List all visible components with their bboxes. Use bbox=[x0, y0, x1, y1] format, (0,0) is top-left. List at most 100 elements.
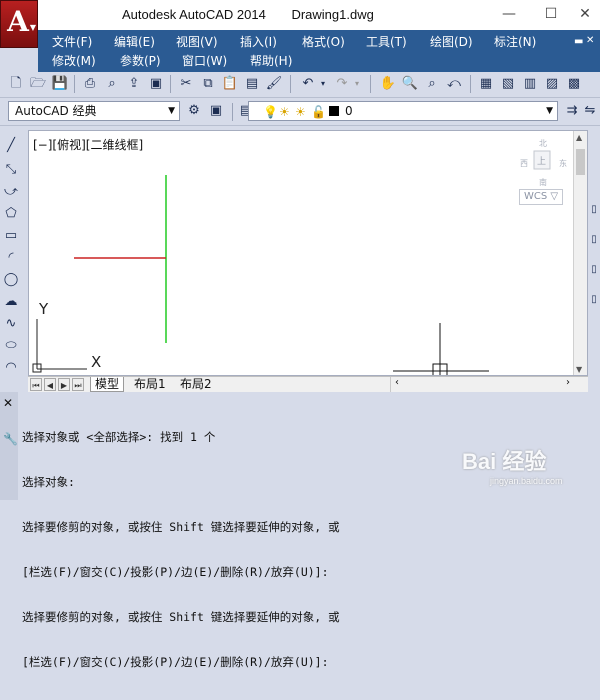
menu-dimension[interactable]: 标注(N) bbox=[494, 33, 536, 51]
rectangle-icon[interactable]: ▭ bbox=[1, 226, 21, 246]
menu-edit[interactable]: 编辑(E) bbox=[114, 33, 155, 51]
next-tab-icon[interactable]: ▶ bbox=[58, 378, 70, 391]
wrench-icon[interactable]: 🔧 bbox=[3, 432, 18, 446]
paste-special-icon[interactable]: ▤ bbox=[242, 74, 262, 94]
chevron-down-icon: ▼ bbox=[546, 106, 553, 116]
svg-text:Y: Y bbox=[38, 300, 49, 318]
tab-model[interactable]: 模型 bbox=[90, 377, 125, 392]
redo-icon[interactable]: ↷ bbox=[332, 74, 352, 94]
layer-select[interactable]: 💡 ☀ ☀ 🔓 0 ▼ bbox=[248, 101, 558, 121]
workspace-layer-toolbar: AutoCAD 经典 ▼ ⚙ ▣ ▤ 💡 ☀ ☀ 🔓 0 ▼ ⇉ ⇋ bbox=[0, 98, 600, 126]
construction-line-icon[interactable]: ⤡ bbox=[1, 160, 21, 180]
revision-cloud-icon[interactable]: ☁ bbox=[1, 292, 21, 312]
layer-previous-icon[interactable]: ⇋ bbox=[580, 101, 600, 121]
last-tab-icon[interactable]: ⏭ bbox=[72, 378, 84, 391]
prev-tab-icon[interactable]: ◀ bbox=[44, 378, 56, 391]
menu-parametric[interactable]: 参数(P) bbox=[120, 52, 161, 70]
minimize-button[interactable]: — bbox=[494, 4, 524, 24]
zoom-realtime-icon[interactable]: 🔍 bbox=[400, 74, 420, 94]
properties-icon[interactable]: ▦ bbox=[476, 74, 496, 94]
workspace-select[interactable]: AutoCAD 经典 ▼ bbox=[8, 101, 180, 121]
redo-dropdown-icon[interactable]: ▾ bbox=[352, 74, 362, 94]
menu-insert[interactable]: 插入(I) bbox=[240, 33, 277, 51]
menu-tools[interactable]: 工具(T) bbox=[366, 33, 407, 51]
make-current-layer-icon[interactable]: ⇉ bbox=[562, 101, 582, 121]
menu-format[interactable]: 格式(O) bbox=[302, 33, 345, 51]
chevron-down-icon: ▼ bbox=[29, 23, 36, 32]
layer-lock-icon: 🔓 bbox=[311, 105, 326, 119]
publish-icon[interactable]: ⇪ bbox=[124, 74, 144, 94]
command-line-3: 选择要修剪的对象, 或按住 Shift 键选择要延伸的对象, 或 bbox=[22, 520, 340, 534]
menu-help[interactable]: 帮助(H) bbox=[250, 52, 292, 70]
menu-bar: 文件(F) 编辑(E) 视图(V) 插入(I) 格式(O) 工具(T) 绘图(D… bbox=[38, 30, 600, 72]
scroll-left-icon[interactable]: ‹ bbox=[395, 377, 399, 388]
toolbar-separator bbox=[470, 75, 471, 93]
close-icon[interactable]: ✕ bbox=[3, 396, 13, 410]
toolbar-separator bbox=[170, 75, 171, 93]
scroll-right-icon[interactable]: › bbox=[566, 377, 570, 388]
tool-palettes-icon[interactable]: ▥ bbox=[520, 74, 540, 94]
undo-dropdown-icon[interactable]: ▾ bbox=[318, 74, 328, 94]
command-line-1: 选择对象或 <全部选择>: 找到 1 个 bbox=[22, 430, 216, 444]
command-line-grip[interactable]: ✕ 🔧 bbox=[0, 392, 18, 500]
cut-icon[interactable]: ✂ bbox=[176, 74, 196, 94]
scroll-down-icon[interactable]: ▼ bbox=[576, 365, 582, 374]
menu-file[interactable]: 文件(F) bbox=[52, 33, 92, 51]
print-preview-icon[interactable]: ⌕ bbox=[102, 74, 122, 94]
copy-icon[interactable]: ⧉ bbox=[198, 74, 218, 94]
application-menu-button[interactable]: A ▼ bbox=[0, 0, 38, 48]
mdi-close-icon[interactable]: ✕ bbox=[586, 35, 594, 46]
zoom-window-icon[interactable]: ⌕ bbox=[422, 74, 442, 94]
pan-icon[interactable]: ✋ bbox=[378, 74, 398, 94]
paste-icon[interactable]: 📋 bbox=[220, 74, 240, 94]
spline-icon[interactable]: ∿ bbox=[1, 314, 21, 334]
circle-icon[interactable]: ◯ bbox=[1, 270, 21, 290]
undo-icon[interactable]: ↶ bbox=[298, 74, 318, 94]
tab-layout2[interactable]: 布局2 bbox=[176, 377, 216, 392]
ellipse-icon[interactable]: ⬭ bbox=[1, 336, 21, 356]
menu-window[interactable]: 窗口(W) bbox=[182, 52, 227, 70]
menu-modify[interactable]: 修改(M) bbox=[52, 52, 96, 70]
maximize-button[interactable]: ☐ bbox=[536, 4, 566, 24]
arc-icon[interactable]: ◜ bbox=[1, 248, 21, 268]
open-file-icon[interactable]: 🗁 bbox=[28, 74, 48, 94]
zoom-previous-icon[interactable]: ⤺ bbox=[444, 74, 464, 94]
ellipse-arc-icon[interactable]: ◠ bbox=[1, 358, 21, 378]
plot-icon[interactable]: ▣ bbox=[146, 74, 166, 94]
first-tab-icon[interactable]: ⏮ bbox=[30, 378, 42, 391]
design-center-icon[interactable]: ▧ bbox=[498, 74, 518, 94]
workspace-customize-icon[interactable]: ▣ bbox=[206, 101, 226, 121]
menu-view[interactable]: 视图(V) bbox=[176, 33, 218, 51]
vertical-scrollbar[interactable]: ▲ ▼ bbox=[573, 131, 587, 375]
wcs-menu[interactable]: WCS ▽ bbox=[519, 189, 563, 205]
drawing-area[interactable]: [−][俯视][二维线框] Y X 北 西 东 南 上 WCS ▽ ▲ ▼ bbox=[28, 130, 588, 376]
sheet-set-icon[interactable]: ▨ bbox=[542, 74, 562, 94]
scroll-up-icon[interactable]: ▲ bbox=[576, 133, 582, 142]
new-file-icon[interactable]: 🗋 bbox=[6, 74, 26, 94]
title-bar: Autodesk AutoCAD 2014 Drawing1.dwg — ☐ ✕ bbox=[0, 0, 600, 30]
watermark-url: jingyan.baidu.com bbox=[490, 476, 563, 486]
match-properties-icon[interactable]: 🖌 bbox=[264, 74, 284, 94]
menu-draw[interactable]: 绘图(D) bbox=[430, 33, 473, 51]
ucs-icon: Y X bbox=[32, 300, 101, 373]
workspace-settings-icon[interactable]: ⚙ bbox=[184, 101, 204, 121]
markup-icon[interactable]: ▩ bbox=[564, 74, 584, 94]
document-title: Drawing1.dwg bbox=[291, 7, 374, 22]
viewcube[interactable]: 北 西 东 南 上 bbox=[519, 137, 569, 197]
layer-freeze-icon: ☀ bbox=[279, 105, 290, 119]
polygon-icon[interactable]: ⬠ bbox=[1, 204, 21, 224]
command-line-5: 选择要修剪的对象, 或按住 Shift 键选择要延伸的对象, 或 bbox=[22, 610, 340, 624]
mdi-minimize-icon[interactable]: ▬ bbox=[574, 36, 583, 47]
print-icon[interactable]: ⎙ bbox=[80, 74, 100, 94]
save-icon[interactable]: 💾 bbox=[50, 74, 70, 94]
horizontal-scrollbar[interactable]: ‹ › bbox=[390, 377, 588, 392]
tab-layout1[interactable]: 布局1 bbox=[130, 377, 170, 392]
svg-text:北: 北 bbox=[539, 139, 547, 148]
scroll-thumb[interactable] bbox=[576, 149, 585, 175]
chevron-down-icon: ▼ bbox=[168, 106, 175, 116]
polyline-icon[interactable]: ⤻ bbox=[1, 182, 21, 202]
crosshair-cursor bbox=[393, 323, 489, 375]
close-button[interactable]: ✕ bbox=[570, 4, 600, 24]
draw-toolbar: ╱ ⤡ ⤻ ⬠ ▭ ◜ ◯ ☁ ∿ ⬭ ◠ bbox=[0, 130, 22, 390]
line-icon[interactable]: ╱ bbox=[1, 136, 21, 156]
